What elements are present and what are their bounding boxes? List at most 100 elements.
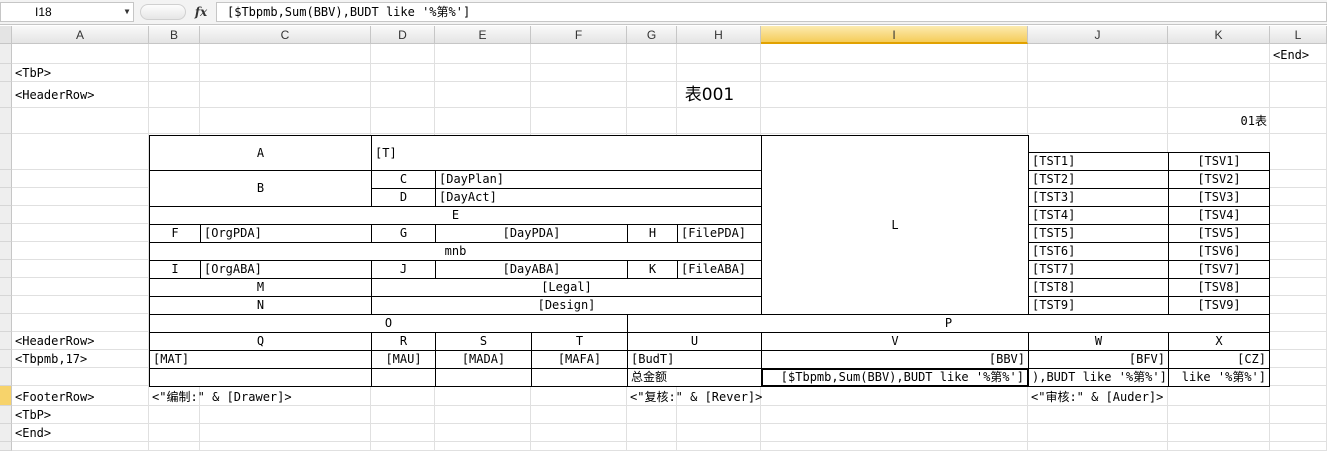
column-header-k[interactable]: K: [1168, 26, 1270, 44]
header-row-marker-1[interactable]: <HeaderRow>: [12, 82, 149, 108]
tbpmb-marker[interactable]: <Tbpmb,17>: [12, 350, 149, 368]
label-i[interactable]: I: [149, 260, 201, 279]
label-b[interactable]: B: [149, 170, 372, 207]
tsv-field[interactable]: [TSV9]: [1168, 296, 1270, 315]
legal-field[interactable]: [Legal]: [371, 278, 762, 297]
row-header[interactable]: [0, 406, 12, 424]
column-header-a[interactable]: A: [12, 26, 149, 44]
filepda-field[interactable]: [FilePDA]: [677, 224, 762, 243]
table-number[interactable]: 01表: [1169, 108, 1270, 134]
selected-cell-i18[interactable]: [$Tbpmb,Sum(BBV),BUDT like '%第%']: [761, 368, 1029, 387]
tsv-field[interactable]: [TSV8]: [1168, 278, 1270, 297]
label-c[interactable]: C: [371, 170, 436, 189]
tsv-field[interactable]: [TSV4]: [1168, 206, 1270, 225]
row-header[interactable]: [0, 368, 12, 386]
label-n[interactable]: N: [149, 296, 372, 315]
dayact-field[interactable]: [DayAct]: [435, 188, 762, 207]
label-h[interactable]: H: [627, 224, 678, 243]
label-g[interactable]: G: [371, 224, 436, 243]
row-header[interactable]: [0, 224, 12, 242]
mat-field[interactable]: [MAT]: [149, 350, 372, 369]
row-header[interactable]: [0, 386, 12, 406]
row-header[interactable]: [0, 108, 12, 134]
label-w[interactable]: W: [1028, 332, 1169, 351]
row-header[interactable]: [0, 206, 12, 224]
tst-field[interactable]: [TST6]: [1028, 242, 1169, 261]
row-header[interactable]: [0, 424, 12, 442]
dayplan-field[interactable]: [DayPlan]: [435, 170, 762, 189]
auder-field[interactable]: <"审核:" & [Auder]>: [1028, 388, 1268, 406]
row-header[interactable]: [0, 44, 12, 64]
budt-field[interactable]: [BudT]: [627, 350, 762, 369]
tst-field[interactable]: [TST4]: [1028, 206, 1169, 225]
end-marker-top[interactable]: <End>: [1270, 46, 1327, 64]
header-row-marker-2[interactable]: <HeaderRow>: [12, 332, 149, 350]
label-u[interactable]: U: [627, 332, 762, 351]
tsv-field[interactable]: [TSV3]: [1168, 188, 1270, 207]
row-header[interactable]: [0, 82, 12, 108]
row-header[interactable]: [0, 242, 12, 260]
mafa-field[interactable]: [MAFA]: [531, 350, 628, 369]
label-t[interactable]: T: [531, 332, 628, 351]
tsv-field[interactable]: [TSV2]: [1168, 170, 1270, 189]
label-v[interactable]: V: [761, 332, 1029, 351]
bbv-field[interactable]: [BBV]: [761, 350, 1029, 369]
row-header[interactable]: [0, 332, 12, 350]
column-header-l[interactable]: L: [1270, 26, 1327, 44]
column-header-g[interactable]: G: [627, 26, 677, 44]
function-icon[interactable]: fx: [192, 2, 210, 22]
row-header[interactable]: [0, 170, 12, 188]
drawer-field[interactable]: <"编制:" & [Drawer]>: [149, 388, 449, 406]
label-e[interactable]: E: [149, 206, 762, 225]
daypda-field[interactable]: [DayPDA]: [435, 224, 628, 243]
column-header-b[interactable]: B: [149, 26, 200, 44]
tsv-field[interactable]: [TSV1]: [1168, 152, 1270, 171]
bfv-field[interactable]: [BFV]: [1028, 350, 1169, 369]
label-q[interactable]: Q: [149, 332, 372, 351]
total-q[interactable]: [149, 368, 372, 387]
spreadsheet-grid[interactable]: ABCDEFGHIJKL <End> <TbP> <HeaderRow> 表00…: [0, 26, 1327, 451]
label-d[interactable]: D: [371, 188, 436, 207]
footer-row-marker[interactable]: <FooterRow>: [12, 388, 149, 406]
rever-field[interactable]: <"复核:" & [Rever]>: [627, 388, 927, 406]
orgpda-field[interactable]: [OrgPDA]: [200, 224, 372, 243]
column-header-h[interactable]: H: [677, 26, 761, 44]
cz-field[interactable]: [CZ]: [1168, 350, 1270, 369]
tst-field[interactable]: [TST8]: [1028, 278, 1169, 297]
total-r[interactable]: [371, 368, 436, 387]
label-j[interactable]: J: [371, 260, 436, 279]
column-header-e[interactable]: E: [435, 26, 531, 44]
tsv-field[interactable]: [TSV5]: [1168, 224, 1270, 243]
column-header-f[interactable]: F: [531, 26, 627, 44]
row-header[interactable]: [0, 260, 12, 278]
label-l[interactable]: L: [761, 135, 1029, 315]
chevron-down-icon[interactable]: ▼: [121, 2, 133, 22]
total-s[interactable]: [435, 368, 532, 387]
formula-input[interactable]: [$Tbpmb,Sum(BBV),BUDT like '%第%']: [216, 2, 1327, 22]
tst-field[interactable]: [TST1]: [1028, 152, 1169, 171]
name-box[interactable]: I18: [0, 2, 134, 22]
mada-field[interactable]: [MADA]: [435, 350, 532, 369]
total-t[interactable]: [531, 368, 628, 387]
row-header[interactable]: [0, 188, 12, 206]
fileaba-field[interactable]: [FileABA]: [677, 260, 762, 279]
label-o[interactable]: O: [149, 314, 628, 333]
label-p[interactable]: P: [627, 314, 1270, 333]
design-field[interactable]: [Design]: [371, 296, 762, 315]
row-header[interactable]: [0, 134, 12, 170]
column-header-j[interactable]: J: [1028, 26, 1168, 44]
label-a[interactable]: A: [149, 135, 372, 171]
label-s[interactable]: S: [435, 332, 532, 351]
report-title[interactable]: 表001: [149, 82, 1270, 108]
label-x[interactable]: X: [1168, 332, 1270, 351]
label-k[interactable]: K: [627, 260, 678, 279]
row-header[interactable]: [0, 442, 12, 451]
label-m[interactable]: M: [149, 278, 372, 297]
select-all-corner[interactable]: [0, 26, 12, 44]
row-header[interactable]: [0, 350, 12, 368]
tst-field[interactable]: [TST3]: [1028, 188, 1169, 207]
tsv-field[interactable]: [TSV6]: [1168, 242, 1270, 261]
orgaba-field[interactable]: [OrgABA]: [200, 260, 372, 279]
dayaba-field[interactable]: [DayABA]: [435, 260, 628, 279]
tst-field[interactable]: [TST5]: [1028, 224, 1169, 243]
